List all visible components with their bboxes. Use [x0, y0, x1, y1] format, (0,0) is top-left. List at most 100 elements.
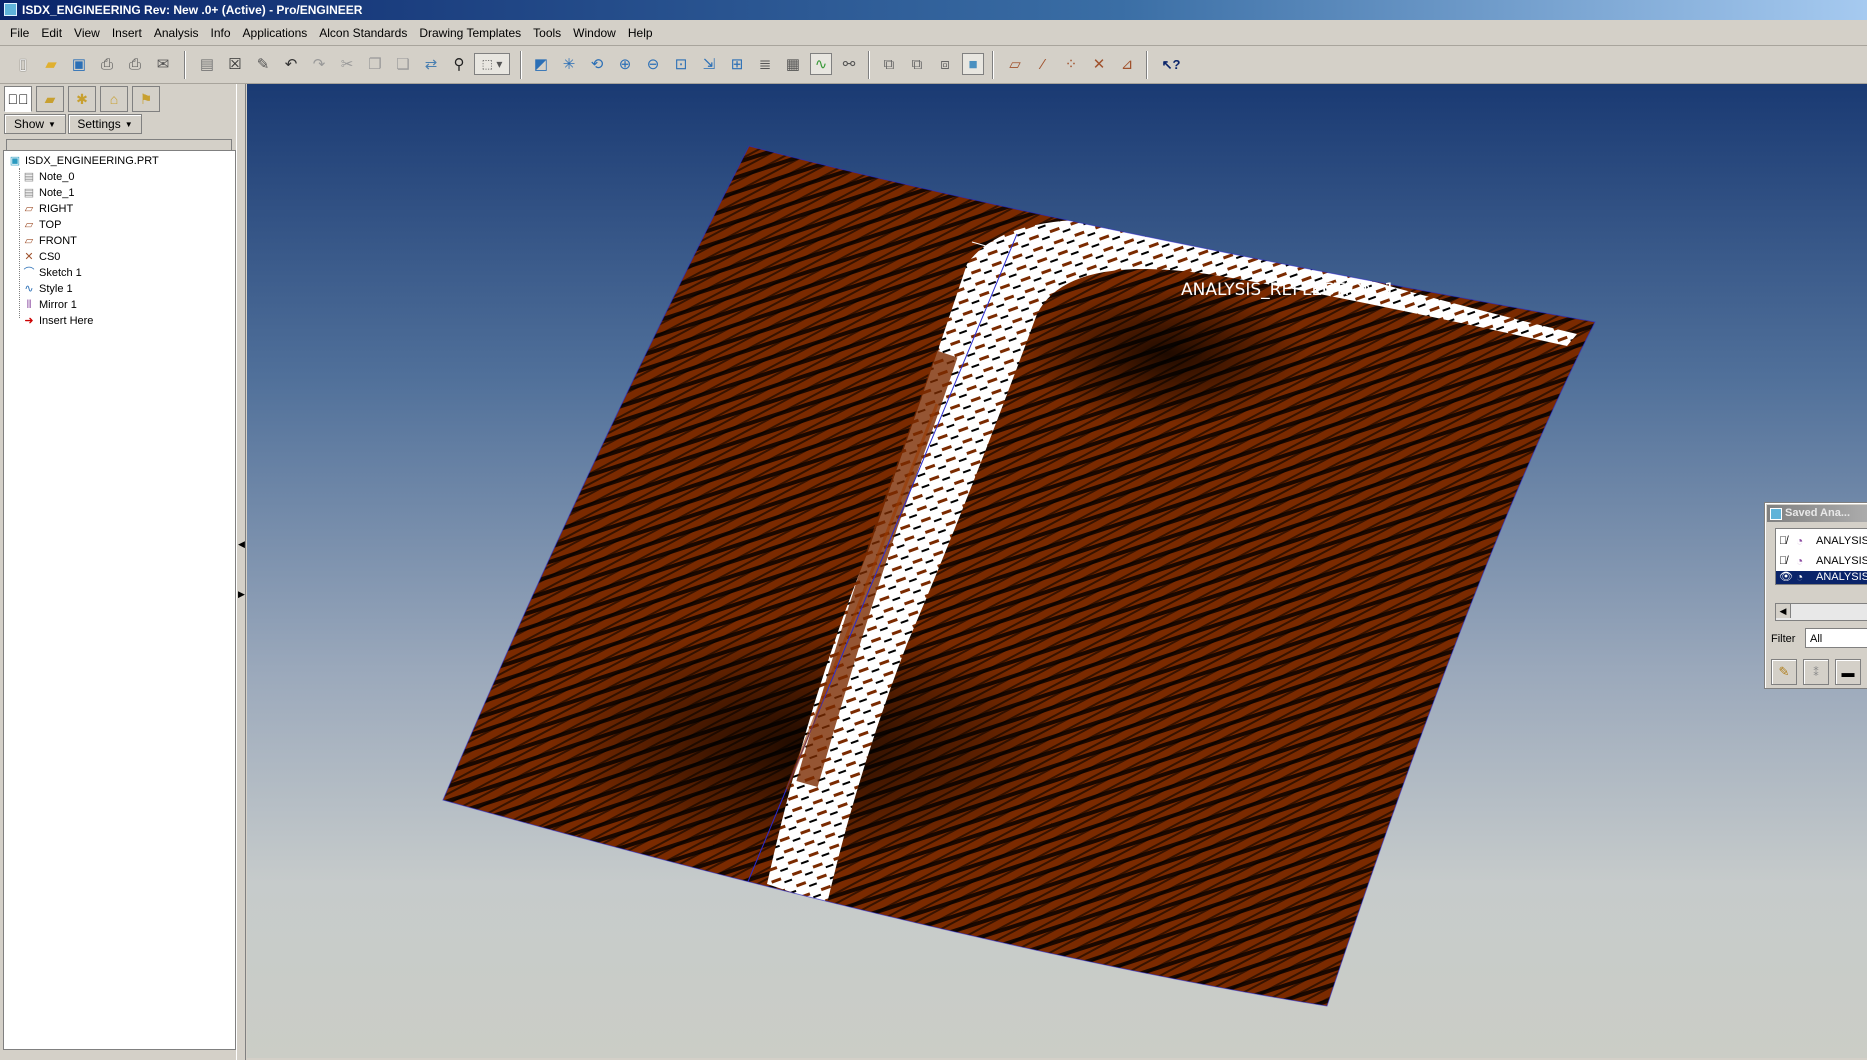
datum-points-icon[interactable]: ⁘: [1060, 53, 1082, 75]
saved-analyses-list: 👁̸ ◔ ANALYSIS 👁̸ ◔ ANALYSIS 👁 ◔ ANALYSIS: [1775, 528, 1867, 585]
context-help-icon[interactable]: ↖?: [1160, 53, 1182, 75]
tree-item-note-0[interactable]: ▤ Note_0: [22, 169, 75, 185]
menu-help[interactable]: Help: [622, 21, 659, 45]
folder-browser-tab-icon[interactable]: ▰: [36, 86, 64, 112]
part-icon: ▣: [9, 155, 21, 167]
refit-icon[interactable]: ⊡: [670, 53, 692, 75]
hidden-eye-icon[interactable]: 👁̸: [1779, 551, 1787, 571]
tree-item-cs0[interactable]: ✕ CS0: [22, 249, 60, 265]
datum-axes-icon[interactable]: ⁄: [1032, 53, 1054, 75]
tree-item-top[interactable]: ▱ TOP: [22, 217, 62, 233]
tree-item-note-1[interactable]: ▤ Note_1: [22, 185, 75, 201]
menu-alcon-standards[interactable]: Alcon Standards: [313, 21, 413, 45]
saved-analysis-row-2[interactable]: 👁̸ ◔ ANALYSIS: [1776, 551, 1867, 571]
save-icon[interactable]: ▣: [68, 53, 90, 75]
layers-icon[interactable]: ≣: [754, 53, 776, 75]
pencil-icon: ✎: [1778, 664, 1790, 679]
scroll-left-icon[interactable]: ◀: [1776, 604, 1791, 618]
tree-item-right[interactable]: ▱ RIGHT: [22, 201, 73, 217]
model-tree-tab-icon[interactable]: ⋮⃞: [4, 86, 32, 112]
settings-dropdown-button[interactable]: Settings ▼: [68, 114, 142, 134]
coordinate-systems-icon[interactable]: ✕: [1088, 53, 1110, 75]
saved-analysis-row-3[interactable]: 👁 ◔ ANALYSIS: [1776, 571, 1867, 584]
expand-right-icon[interactable]: ▶: [238, 589, 245, 600]
cut-icon[interactable]: ✂: [336, 53, 358, 75]
collapse-left-icon[interactable]: ◀: [238, 539, 245, 550]
clipboard-icon[interactable]: ▤: [196, 53, 218, 75]
repaint-icon[interactable]: ◩: [530, 53, 552, 75]
reflection-analysis-icon: ◔: [1796, 554, 1804, 568]
open-folder-icon[interactable]: ▰: [40, 53, 62, 75]
no-hidden-icon[interactable]: ⧉: [906, 53, 928, 75]
menu-tools[interactable]: Tools: [527, 21, 567, 45]
selection-box-icon[interactable]: ⬚ ▾: [474, 53, 510, 75]
print-preview-icon[interactable]: ⎙: [124, 53, 146, 75]
mirror-icon: ⫴: [26, 299, 32, 311]
menu-window[interactable]: Window: [567, 21, 622, 45]
view-manager-icon[interactable]: ▦: [782, 53, 804, 75]
tree-item-front[interactable]: ▱ FRONT: [22, 233, 77, 249]
paste-special-icon[interactable]: ⇄: [420, 53, 442, 75]
hidden-eye-icon[interactable]: 👁̸: [1779, 531, 1787, 551]
orient-mode-icon[interactable]: ⟲: [586, 53, 608, 75]
appearance-icon[interactable]: ∿: [810, 53, 832, 75]
close-window-icon[interactable]: ☒: [224, 53, 246, 75]
history-tab-icon[interactable]: ⌂: [100, 86, 128, 112]
annotations-icon[interactable]: ⊿: [1116, 53, 1138, 75]
menu-insert[interactable]: Insert: [106, 21, 148, 45]
remove-analysis-button[interactable]: ▬: [1835, 659, 1861, 685]
datum-planes-icon[interactable]: ▱: [1004, 53, 1026, 75]
tree-item-insert-here[interactable]: ➜ Insert Here: [22, 313, 93, 329]
redo-icon[interactable]: ↷: [308, 53, 330, 75]
menu-view[interactable]: View: [68, 21, 106, 45]
note-icon: ▤: [23, 187, 35, 199]
menu-analysis[interactable]: Analysis: [148, 21, 205, 45]
menu-file[interactable]: File: [0, 21, 35, 45]
copy-icon: ⁑: [1813, 666, 1819, 679]
tree-root-item[interactable]: ▣ ISDX_ENGINEERING.PRT: [8, 153, 159, 169]
new-file-icon[interactable]: ▯: [12, 53, 34, 75]
send-mail-icon[interactable]: ✉: [152, 53, 174, 75]
panel-splitter[interactable]: ◀ ▶: [236, 84, 246, 1060]
regenerate-icon[interactable]: ✎: [252, 53, 274, 75]
graphics-window[interactable]: ANALYSIS_REFLECTION_1: [247, 84, 1867, 1058]
paste-icon[interactable]: ❏: [392, 53, 414, 75]
connections-tab-icon[interactable]: ⚑: [132, 86, 160, 112]
copy-icon[interactable]: ❐: [364, 53, 386, 75]
saved-views-icon[interactable]: ⊞: [726, 53, 748, 75]
menu-info[interactable]: Info: [205, 21, 237, 45]
tree-item-sketch-1[interactable]: ⌒ Sketch 1: [22, 265, 82, 281]
zoom-in-icon[interactable]: ⊕: [614, 53, 636, 75]
visible-eye-icon[interactable]: 👁: [1779, 571, 1793, 584]
analysis-label[interactable]: ANALYSIS_REFLECTION_1: [1181, 280, 1395, 300]
find-icon[interactable]: ⚲: [448, 53, 470, 75]
menu-drawing-templates[interactable]: Drawing Templates: [413, 21, 527, 45]
tree-item-mirror-1[interactable]: ⫴ Mirror 1: [22, 297, 77, 313]
tree-item-style-1[interactable]: ∿ Style 1: [22, 281, 72, 297]
navigator-panel: ⋮⃞ ▰ ✱ ⌂ ⚑ Show ▼ Settings ▼ ▣ ISDX_ENGINEE…: [0, 84, 240, 1060]
show-dropdown-button[interactable]: Show ▼: [4, 114, 66, 134]
datum-plane-icon: ▱: [24, 235, 34, 247]
menu-applications[interactable]: Applications: [237, 21, 314, 45]
hidden-line-icon[interactable]: ⧉: [878, 53, 900, 75]
filter-label: Filter: [1771, 633, 1796, 645]
list-horizontal-scrollbar[interactable]: ◀: [1775, 603, 1867, 621]
zoom-out-icon[interactable]: ⊖: [642, 53, 664, 75]
filter-select[interactable]: All: [1805, 628, 1867, 648]
chevron-down-icon: ▼: [48, 119, 56, 129]
shading-icon[interactable]: ⧈: [934, 53, 956, 75]
title-bar: ISDX_ENGINEERING Rev: New .0+ (Active) -…: [0, 0, 1867, 20]
reorient-icon[interactable]: ⇲: [698, 53, 720, 75]
app-icon: [4, 3, 17, 16]
saved-analyses-title-bar[interactable]: Saved Ana...: [1767, 505, 1867, 522]
print-icon[interactable]: ⎙: [96, 53, 118, 75]
edit-analysis-button[interactable]: ✎: [1771, 659, 1797, 685]
spin-center-icon[interactable]: ✳: [558, 53, 580, 75]
menu-edit[interactable]: Edit: [35, 21, 68, 45]
shading-icon-active[interactable]: ■: [962, 53, 984, 75]
copy-analysis-button[interactable]: ⁑: [1803, 659, 1829, 685]
favorites-tab-icon[interactable]: ✱: [68, 86, 96, 112]
saved-analysis-row-1[interactable]: 👁̸ ◔ ANALYSIS: [1776, 531, 1867, 551]
wireframe-icon[interactable]: ⚯: [838, 53, 860, 75]
undo-icon[interactable]: ↶: [280, 53, 302, 75]
